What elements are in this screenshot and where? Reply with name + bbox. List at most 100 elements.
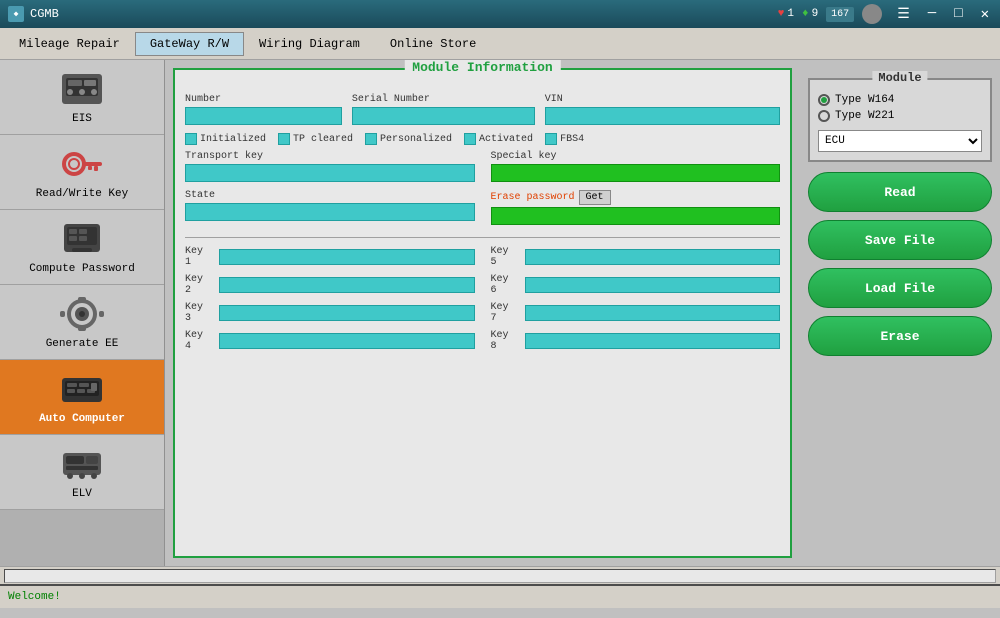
- transport-label: Transport key: [185, 151, 475, 162]
- key2-input[interactable]: [219, 277, 475, 293]
- sidebar: EIS Read/Write Key: [0, 60, 165, 566]
- app-title: CGMB: [30, 7, 59, 21]
- vin-input[interactable]: [545, 107, 780, 125]
- checkbox-activated[interactable]: Activated: [464, 133, 533, 145]
- checkbox-activated-box[interactable]: [464, 133, 476, 145]
- checkbox-initialized-box[interactable]: [185, 133, 197, 145]
- stat1-value: 1: [787, 8, 794, 20]
- generate-icon: [58, 294, 106, 334]
- key1-label: Key 1: [185, 246, 213, 268]
- eis-icon: [58, 69, 106, 109]
- key-row-3: Key 3: [185, 302, 475, 324]
- checkbox-fbs4[interactable]: FBS4: [545, 133, 584, 145]
- transport-input[interactable]: [185, 164, 475, 182]
- checkbox-initialized[interactable]: Initialized: [185, 133, 266, 145]
- keys-col-right: Key 5 Key 6 Key 7 Key 8: [491, 246, 781, 358]
- save-file-button[interactable]: Save File: [808, 220, 992, 260]
- state-label: State: [185, 190, 475, 201]
- maximize-button[interactable]: □: [951, 6, 965, 22]
- statusbar: Welcome!: [0, 584, 1000, 608]
- key4-label: Key 4: [185, 330, 213, 352]
- sidebar-item-eis[interactable]: EIS: [0, 60, 164, 135]
- sidebar-label-eis: EIS: [72, 113, 92, 125]
- checkbox-personalized-box[interactable]: [365, 133, 377, 145]
- checkbox-personalized[interactable]: Personalized: [365, 133, 452, 145]
- two-col-section: Transport key State Special key Erase pa…: [185, 151, 780, 229]
- menu-gateway[interactable]: GateWay R/W: [135, 32, 244, 56]
- checkbox-fbs4-box[interactable]: [545, 133, 557, 145]
- read-button[interactable]: Read: [808, 172, 992, 212]
- radio-w221-label: Type W221: [835, 110, 894, 122]
- special-input[interactable]: [491, 164, 781, 182]
- key8-label: Key 8: [491, 330, 519, 352]
- key-row-5: Key 5: [491, 246, 781, 268]
- sidebar-label-generate: Generate EE: [46, 338, 119, 350]
- hamburger-icon[interactable]: ☰: [894, 6, 913, 23]
- col-left: Transport key State: [185, 151, 475, 229]
- sidebar-item-compute[interactable]: Compute Password: [0, 210, 164, 285]
- key-row-8: Key 8: [491, 330, 781, 352]
- menu-online-store[interactable]: Online Store: [375, 32, 491, 56]
- sidebar-item-generate[interactable]: Generate EE: [0, 285, 164, 360]
- checkbox-tpcleared-box[interactable]: [278, 133, 290, 145]
- get-button[interactable]: Get: [579, 190, 611, 205]
- keys-grid: Key 1 Key 2 Key 3 Key 4: [185, 246, 780, 358]
- menu-mileage-repair[interactable]: Mileage Repair: [4, 32, 135, 56]
- diamond-icon: ♦: [802, 8, 809, 20]
- stat3-box: 167: [826, 7, 854, 22]
- key6-input[interactable]: [525, 277, 781, 293]
- key-row-6: Key 6: [491, 274, 781, 296]
- minimize-button[interactable]: ─: [925, 6, 939, 22]
- ecu-select[interactable]: ECU BCM TCM: [818, 130, 982, 152]
- sidebar-label-elv: ELV: [72, 488, 92, 500]
- center-panel: Module Information Number Serial Number …: [165, 60, 800, 566]
- serial-input[interactable]: [352, 107, 535, 125]
- checkbox-initialized-label: Initialized: [200, 134, 266, 145]
- checkbox-tpcleared[interactable]: TP cleared: [278, 133, 353, 145]
- compute-icon: [58, 219, 106, 259]
- erase-input[interactable]: [491, 207, 781, 225]
- titlebar: ◆ CGMB ♥ 1 ♦ 9 167 ☰ ─ □ ✕: [0, 0, 1000, 28]
- key5-label: Key 5: [491, 246, 519, 268]
- key-row-7: Key 7: [491, 302, 781, 324]
- checkbox-tpcleared-label: TP cleared: [293, 134, 353, 145]
- close-button[interactable]: ✕: [978, 6, 992, 23]
- sidebar-item-autocomputer[interactable]: Auto Computer: [0, 360, 164, 435]
- erase-button[interactable]: Erase: [808, 316, 992, 356]
- state-input[interactable]: [185, 203, 475, 221]
- key4-input[interactable]: [219, 333, 475, 349]
- stat3-value: 167: [831, 9, 849, 20]
- menubar: Mileage Repair GateWay R/W Wiring Diagra…: [0, 28, 1000, 60]
- key-row-2: Key 2: [185, 274, 475, 296]
- heart-icon: ♥: [778, 8, 785, 20]
- divider: [185, 237, 780, 238]
- sidebar-label-autocomputer: Auto Computer: [39, 413, 125, 425]
- key-icon: [58, 144, 106, 184]
- key7-input[interactable]: [525, 305, 781, 321]
- sidebar-item-elv[interactable]: ELV: [0, 435, 164, 510]
- erase-password-label: Erase password: [491, 192, 575, 203]
- module-info-box: Module Information Number Serial Number …: [173, 68, 792, 558]
- load-file-button[interactable]: Load File: [808, 268, 992, 308]
- radio-w221-dot[interactable]: [818, 110, 830, 122]
- radio-type-w164[interactable]: Type W164: [818, 94, 982, 106]
- key1-input[interactable]: [219, 249, 475, 265]
- status-message: Welcome!: [8, 591, 61, 603]
- checkbox-fbs4-label: FBS4: [560, 134, 584, 145]
- radio-w164-dot[interactable]: [818, 94, 830, 106]
- app-icon: ◆: [8, 6, 24, 22]
- number-input[interactable]: [185, 107, 342, 125]
- key5-input[interactable]: [525, 249, 781, 265]
- key7-label: Key 7: [491, 302, 519, 324]
- serial-label: Serial Number: [352, 94, 535, 105]
- key-row-4: Key 4: [185, 330, 475, 352]
- key8-input[interactable]: [525, 333, 781, 349]
- user-avatar: [862, 4, 882, 24]
- key3-input[interactable]: [219, 305, 475, 321]
- sidebar-item-readwrite[interactable]: Read/Write Key: [0, 135, 164, 210]
- elv-icon: [58, 444, 106, 484]
- key-row-1: Key 1: [185, 246, 475, 268]
- radio-type-w221[interactable]: Type W221: [818, 110, 982, 122]
- erase-row: Erase password Get: [491, 190, 781, 205]
- menu-wiring-diagram[interactable]: Wiring Diagram: [244, 32, 375, 56]
